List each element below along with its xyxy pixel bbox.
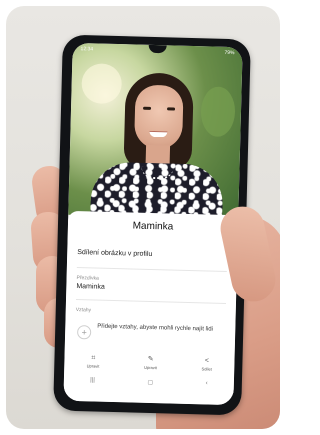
recent-apps-icon[interactable]: |||: [90, 377, 95, 383]
qr-icon: ⌗: [91, 354, 96, 362]
toolbar-label: Upravit: [144, 364, 157, 371]
status-battery: 79%: [224, 49, 235, 57]
right-eye: [167, 107, 176, 111]
photo-frame: 12:34 79% Maminka Sdílení obrázku v prof…: [6, 6, 280, 429]
background-blur: [200, 86, 236, 138]
share-profile-picture-row[interactable]: Sdílení obrázku v profilu: [77, 249, 152, 258]
edit-button[interactable]: ✎ Upravit: [144, 356, 157, 370]
background-blur: [81, 63, 123, 105]
nickname-label: Přezdívka: [76, 275, 99, 282]
add-relation-icon[interactable]: +: [76, 325, 92, 340]
phone-screen: 12:34 79% Maminka Sdílení obrázku v prof…: [63, 42, 243, 406]
relations-hint[interactable]: Přidejte vztahy, abyste mohli rychle naj…: [97, 323, 217, 334]
contact-photo[interactable]: [68, 42, 243, 225]
home-icon[interactable]: ▢: [147, 378, 153, 385]
contact-details-sheet: Maminka Sdílení obrázku v profilu Přezdí…: [63, 210, 239, 406]
back-icon[interactable]: ‹: [206, 380, 208, 386]
share-icon: <: [204, 357, 210, 365]
toolbar-label: Sdílet: [201, 366, 212, 372]
share-button[interactable]: < Sdílet: [202, 357, 213, 371]
left-eye: [143, 106, 152, 110]
nickname-value[interactable]: Maminka: [76, 283, 105, 291]
face: [133, 84, 184, 150]
divider: [76, 299, 226, 304]
relations-label: Vztahy: [75, 307, 92, 314]
toolbar-label: Upravit: [86, 363, 100, 369]
divider: [76, 267, 227, 272]
qr-code-button[interactable]: ⌗ Upravit: [87, 354, 100, 368]
pencil-icon: ✎: [147, 355, 154, 364]
status-time: 12:34: [80, 46, 94, 53]
bottom-toolbar: ⌗ Upravit ✎ Upravit < Sdílet: [64, 351, 234, 375]
system-nav-bar: ||| ▢ ‹: [64, 375, 234, 389]
contact-name: Maminka: [132, 220, 174, 233]
